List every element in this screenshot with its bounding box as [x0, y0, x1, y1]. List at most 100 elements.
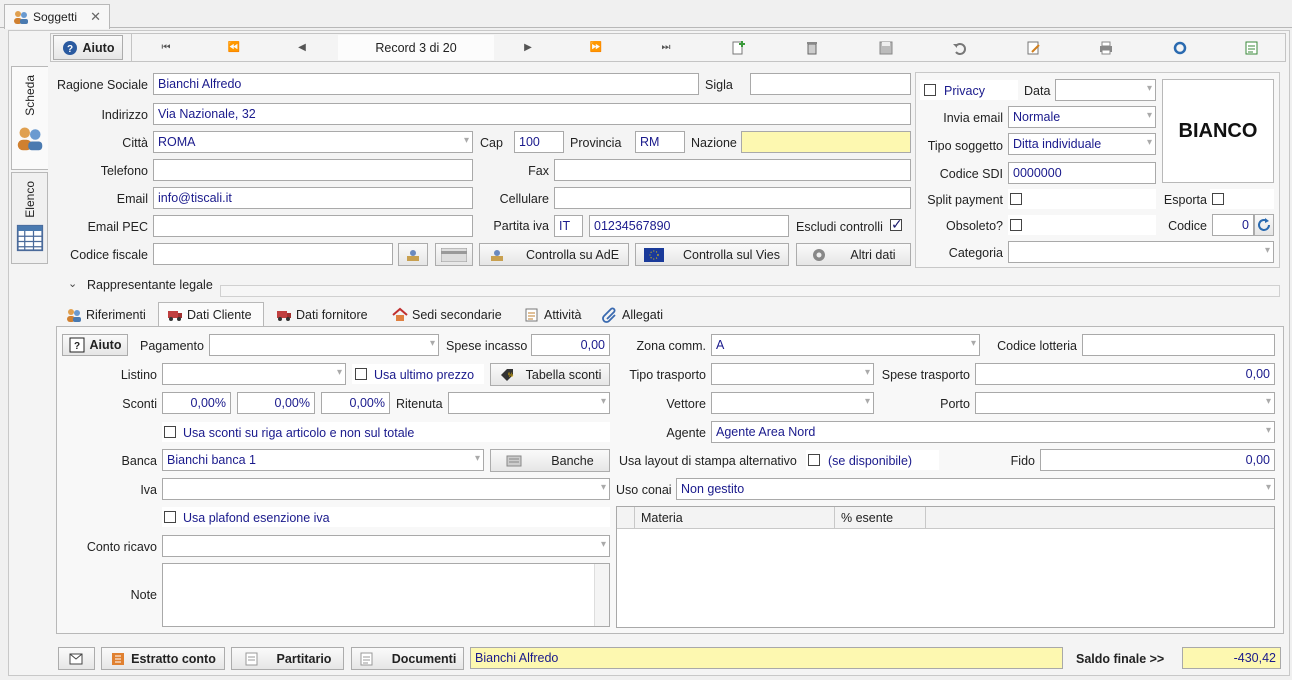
codice-refresh-button[interactable] — [1254, 214, 1274, 236]
uso-conai-dropdown[interactable]: Non gestito — [676, 478, 1275, 500]
codice-sdi-field[interactable]: 0000000 — [1008, 162, 1156, 184]
help-button[interactable]: ? Aiuto — [53, 35, 123, 60]
prev-page-icon[interactable]: ⏪ — [220, 34, 248, 61]
split-payment-checkbox[interactable] — [1010, 193, 1022, 205]
tab-dati-cliente[interactable]: Dati Cliente — [158, 302, 264, 327]
email-pec-field[interactable] — [153, 215, 473, 237]
spese-incasso-field[interactable]: 0,00 — [531, 334, 610, 356]
banche-button[interactable]: Banche — [490, 449, 610, 472]
controlla-ade-label: Controlla su AdE — [525, 247, 620, 262]
delete-icon[interactable] — [798, 34, 826, 61]
iva-dropdown[interactable] — [162, 478, 610, 500]
tab-dati-fornitore[interactable]: Dati fornitore — [268, 302, 376, 327]
side-tab-scheda[interactable]: Scheda — [11, 66, 48, 170]
print-icon[interactable] — [1092, 34, 1120, 61]
tab-soggetti[interactable]: Soggetti ✕ — [4, 4, 110, 29]
privacy-checkbox[interactable] — [924, 84, 936, 96]
users-icon — [14, 11, 28, 24]
porto-dropdown[interactable] — [975, 392, 1275, 414]
sconto-2-field[interactable]: 0,00% — [237, 392, 315, 414]
codice-lotteria-field[interactable] — [1082, 334, 1275, 356]
controlla-vies-button[interactable]: Controlla sul Vies — [635, 243, 789, 266]
conto-ricavo-dropdown[interactable] — [162, 535, 610, 557]
next-page-icon[interactable]: ⏩ — [582, 34, 610, 61]
tipo-soggetto-dropdown[interactable]: Ditta individuale — [1008, 133, 1156, 155]
estratto-conto-button[interactable]: Estratto conto — [101, 647, 225, 670]
zona-comm-dropdown[interactable]: A — [711, 334, 980, 356]
save-icon[interactable] — [872, 34, 900, 61]
escludi-controlli-checkbox[interactable] — [890, 216, 903, 233]
sigla-field[interactable] — [750, 73, 911, 95]
cellulare-field[interactable] — [554, 187, 911, 209]
fido-field[interactable]: 0,00 — [1040, 449, 1275, 471]
tab-allegati[interactable]: Allegati — [594, 302, 671, 327]
side-tab-elenco[interactable]: Elenco — [11, 172, 48, 264]
indirizzo-field[interactable]: Via Nazionale, 32 — [153, 103, 911, 125]
documenti-button[interactable]: Documenti — [351, 647, 464, 670]
undo-icon[interactable] — [946, 34, 974, 61]
partita-iva-field[interactable]: 01234567890 — [589, 215, 789, 237]
altri-dati-button[interactable]: Altri dati — [796, 243, 911, 266]
data-date-picker[interactable] — [1055, 79, 1156, 101]
grid-header-esente[interactable]: % esente — [835, 507, 926, 529]
note-scrollbar[interactable] — [594, 564, 609, 626]
agente-dropdown[interactable]: Agente Area Nord — [711, 421, 1275, 443]
partita-iva-prefix[interactable]: IT — [554, 215, 583, 237]
card-button[interactable] — [435, 243, 473, 266]
tabella-sconti-button[interactable]: % Tabella sconti — [490, 363, 610, 386]
indirizzo-label: Indirizzo — [101, 108, 148, 122]
chevron-down-icon[interactable]: ⌄ — [68, 277, 77, 290]
ragione-sociale-label: Ragione Sociale — [56, 78, 148, 92]
close-icon[interactable]: ✕ — [90, 9, 101, 25]
banca-dropdown[interactable]: Bianchi banca 1 — [162, 449, 484, 471]
codice-field[interactable]: 0 — [1212, 214, 1254, 236]
provincia-field[interactable]: RM — [635, 131, 685, 153]
sconto-3-field[interactable]: 0,00% — [321, 392, 390, 414]
tipo-trasporto-dropdown[interactable] — [711, 363, 874, 385]
vettore-dropdown[interactable] — [711, 392, 874, 414]
obsoleto-checkbox[interactable] — [1010, 219, 1022, 231]
invia-email-dropdown[interactable]: Normale — [1008, 106, 1156, 128]
export-icon[interactable] — [1238, 34, 1266, 61]
next-record-icon[interactable]: ▶ — [514, 34, 542, 61]
ragione-sociale-field[interactable]: Bianchi Alfredo — [153, 73, 699, 95]
invia-email-label: Invia email — [943, 111, 1003, 125]
citta-label: Città — [122, 136, 148, 150]
tab-riferimenti[interactable]: Riferimenti — [58, 302, 154, 327]
note-textarea[interactable] — [162, 563, 610, 627]
cap-field[interactable]: 100 — [514, 131, 564, 153]
calc-cf-button[interactable] — [398, 243, 428, 266]
listino-dropdown[interactable] — [162, 363, 346, 385]
controlla-ade-button[interactable]: Controlla su AdE — [479, 243, 629, 266]
new-record-icon[interactable] — [724, 34, 752, 61]
usa-plafond-checkbox[interactable] — [164, 511, 176, 523]
partitario-button[interactable]: Partitario — [231, 647, 344, 670]
email-field[interactable]: info@tiscali.it — [153, 187, 473, 209]
fax-field[interactable] — [554, 159, 911, 181]
refresh-icon[interactable] — [1166, 34, 1194, 61]
grid-header-materia[interactable]: Materia — [635, 507, 835, 529]
nazione-field[interactable] — [741, 131, 911, 153]
telefono-field[interactable] — [153, 159, 473, 181]
edit-icon[interactable] — [1020, 34, 1048, 61]
citta-dropdown[interactable]: ROMA — [153, 131, 473, 153]
sconto-1-field[interactable]: 0,00% — [162, 392, 231, 414]
last-record-icon[interactable]: ⏭ — [652, 34, 680, 61]
cliente-help-button[interactable]: ? Aiuto — [62, 334, 128, 356]
prev-record-icon[interactable]: ◀ — [288, 34, 316, 61]
rappresentante-legale-label[interactable]: Rappresentante legale — [87, 278, 213, 292]
categoria-dropdown[interactable] — [1008, 241, 1274, 263]
tab-sedi-secondarie[interactable]: Sedi secondarie — [384, 302, 510, 327]
usa-ultimo-prezzo-checkbox[interactable] — [355, 368, 367, 380]
layout-checkbox[interactable] — [808, 454, 820, 466]
send-mail-button[interactable] — [58, 647, 95, 670]
spese-trasporto-field[interactable]: 0,00 — [975, 363, 1275, 385]
ritenuta-dropdown[interactable] — [448, 392, 610, 414]
codice-fiscale-field[interactable] — [153, 243, 393, 265]
first-record-icon[interactable]: ⏮ — [152, 34, 180, 61]
paperclip-icon — [602, 307, 616, 323]
tab-attivita[interactable]: Attività — [516, 302, 590, 327]
pagamento-dropdown[interactable] — [209, 334, 439, 356]
usa-sconti-riga-checkbox[interactable] — [164, 426, 176, 438]
esporta-checkbox[interactable] — [1212, 193, 1224, 205]
